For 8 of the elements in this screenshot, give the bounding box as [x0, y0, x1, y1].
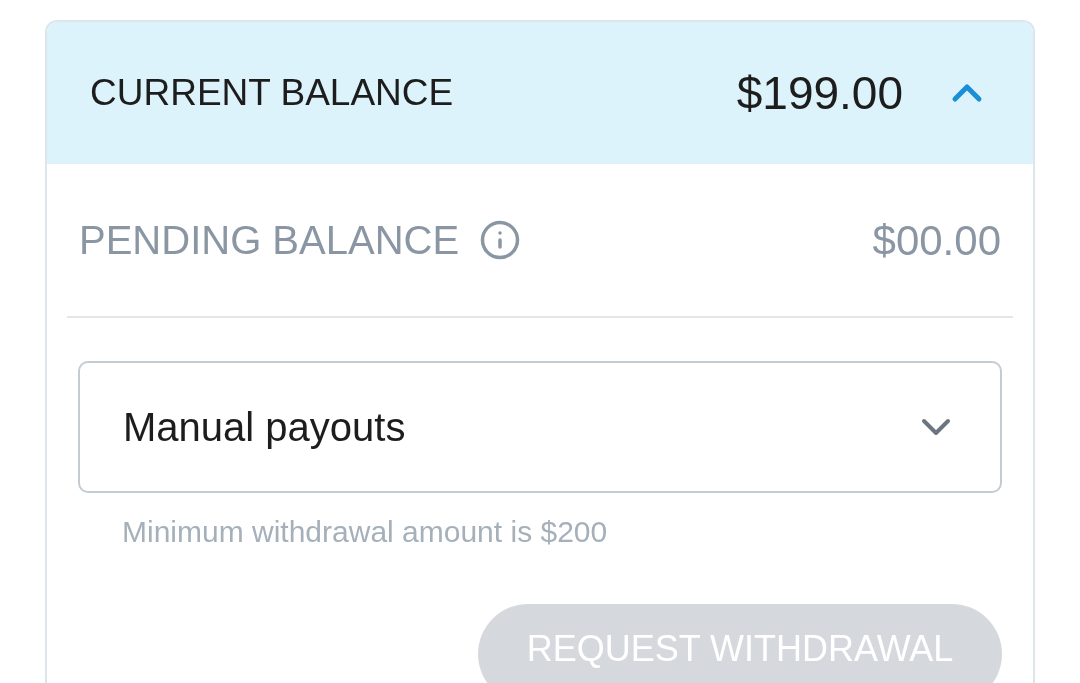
helper-text: Minimum withdrawal amount is $200 [121, 514, 609, 550]
header-title: CURRENT BALANCE [90, 71, 455, 116]
balance-amount: $199.00 [736, 65, 903, 121]
balance-header[interactable]: CURRENT BALANCE $199.00 [47, 22, 1033, 164]
payout-select[interactable]: Manual payouts [78, 361, 1002, 493]
info-icon[interactable] [479, 219, 522, 261]
pending-label: PENDING BALANCE [79, 217, 460, 264]
pending-amount: $00.00 [872, 215, 1001, 266]
